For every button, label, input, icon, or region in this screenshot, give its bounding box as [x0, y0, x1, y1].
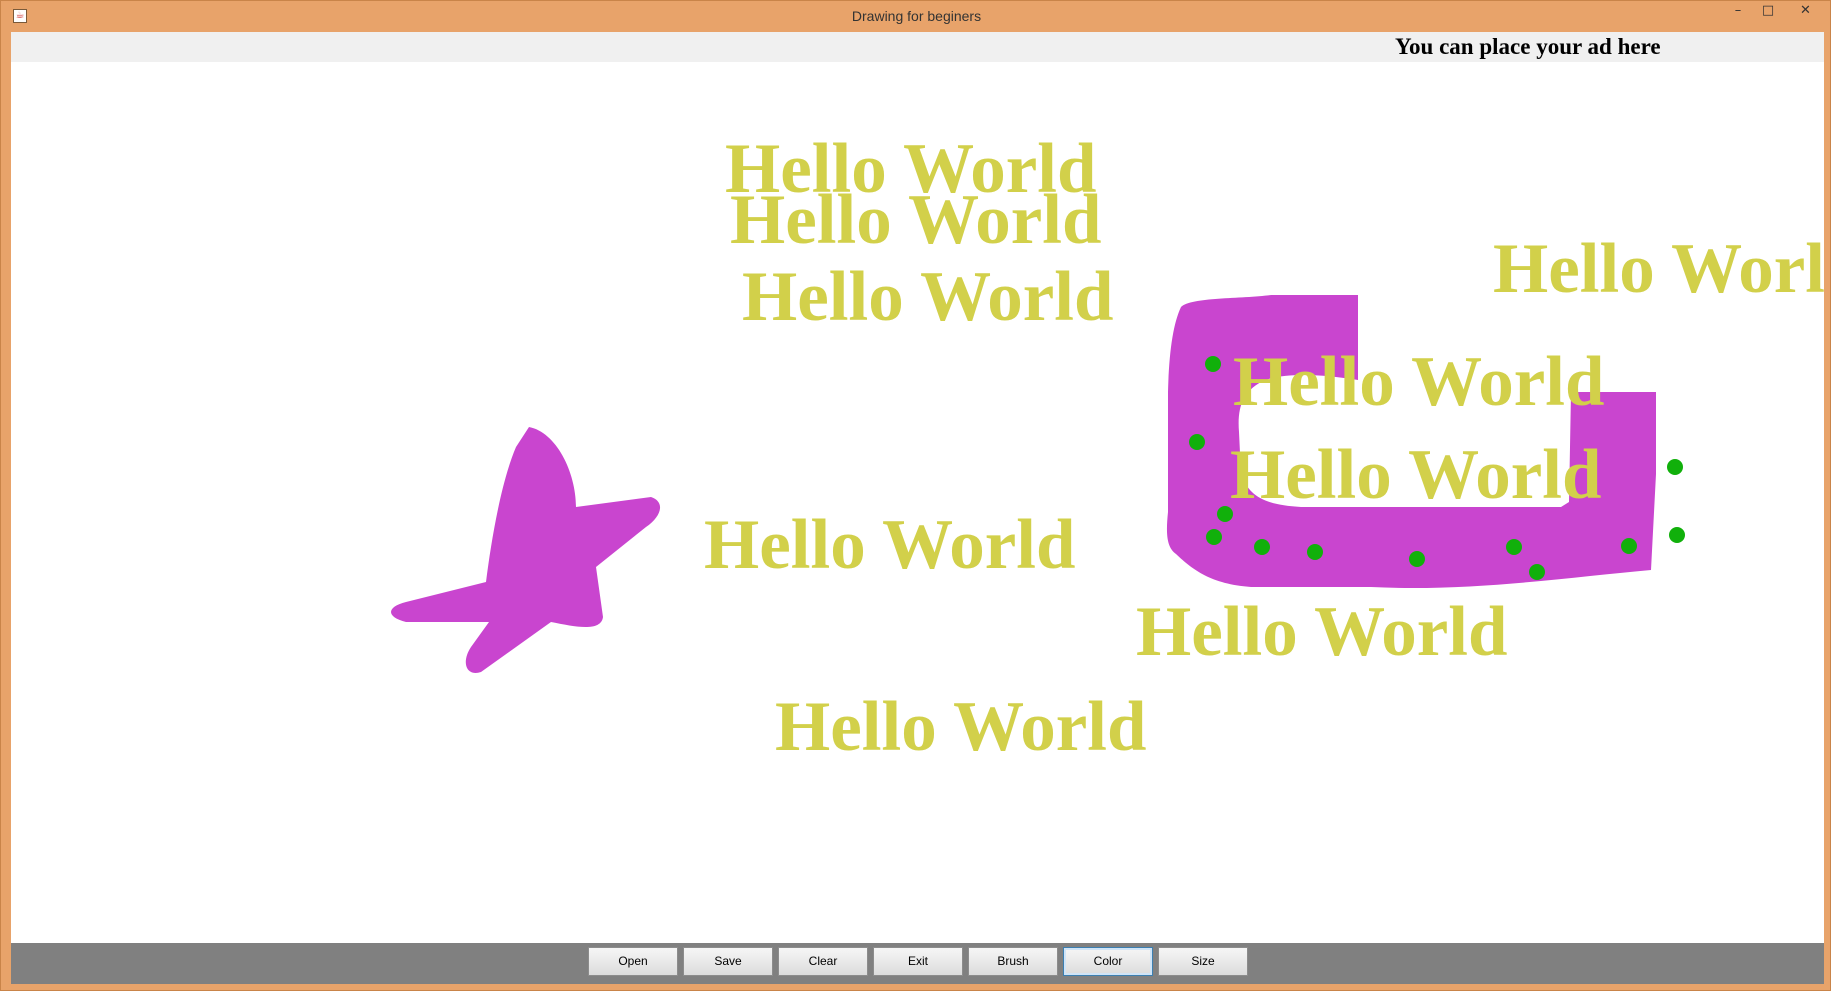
hello-world-text: Hello World [1493, 230, 1824, 308]
hello-world-text: Hello World [1233, 343, 1605, 421]
open-button[interactable]: Open [588, 947, 678, 976]
hello-world-text: Hello World [1136, 593, 1508, 671]
color-button[interactable]: Color [1063, 947, 1153, 976]
maximize-button[interactable]: □ [1753, 1, 1783, 23]
bottom-toolbar: Open Save Clear Exit Brush Color Size [11, 943, 1824, 984]
brush-button[interactable]: Brush [968, 947, 1058, 976]
drawing-canvas[interactable]: Hello World Hello World Hello World Hell… [11, 62, 1824, 943]
hello-world-text: Hello World [1230, 436, 1602, 514]
title-bar[interactable]: ☕ Drawing for beginers – □ ✕ [1, 1, 1831, 32]
minimize-button[interactable]: – [1723, 1, 1753, 23]
window-title: Drawing for beginers [851, 8, 982, 24]
app-window: ☕ Drawing for beginers – □ ✕ You can pla… [0, 0, 1831, 991]
ad-bar: You can place your ad here [11, 32, 1824, 62]
hello-world-text: Hello World [775, 688, 1147, 766]
exit-button[interactable]: Exit [873, 947, 963, 976]
close-button[interactable]: ✕ [1783, 1, 1828, 23]
ad-text: You can place your ad here [1395, 34, 1661, 59]
hello-world-text: Hello World [730, 181, 1102, 259]
size-button[interactable]: Size [1158, 947, 1248, 976]
hello-world-text: Hello World [704, 506, 1076, 584]
hello-world-text: Hello World [742, 258, 1114, 336]
save-button[interactable]: Save [683, 947, 773, 976]
clear-button[interactable]: Clear [778, 947, 868, 976]
client-area: You can place your ad here Hello World H… [11, 32, 1824, 984]
star-shape [391, 427, 661, 673]
